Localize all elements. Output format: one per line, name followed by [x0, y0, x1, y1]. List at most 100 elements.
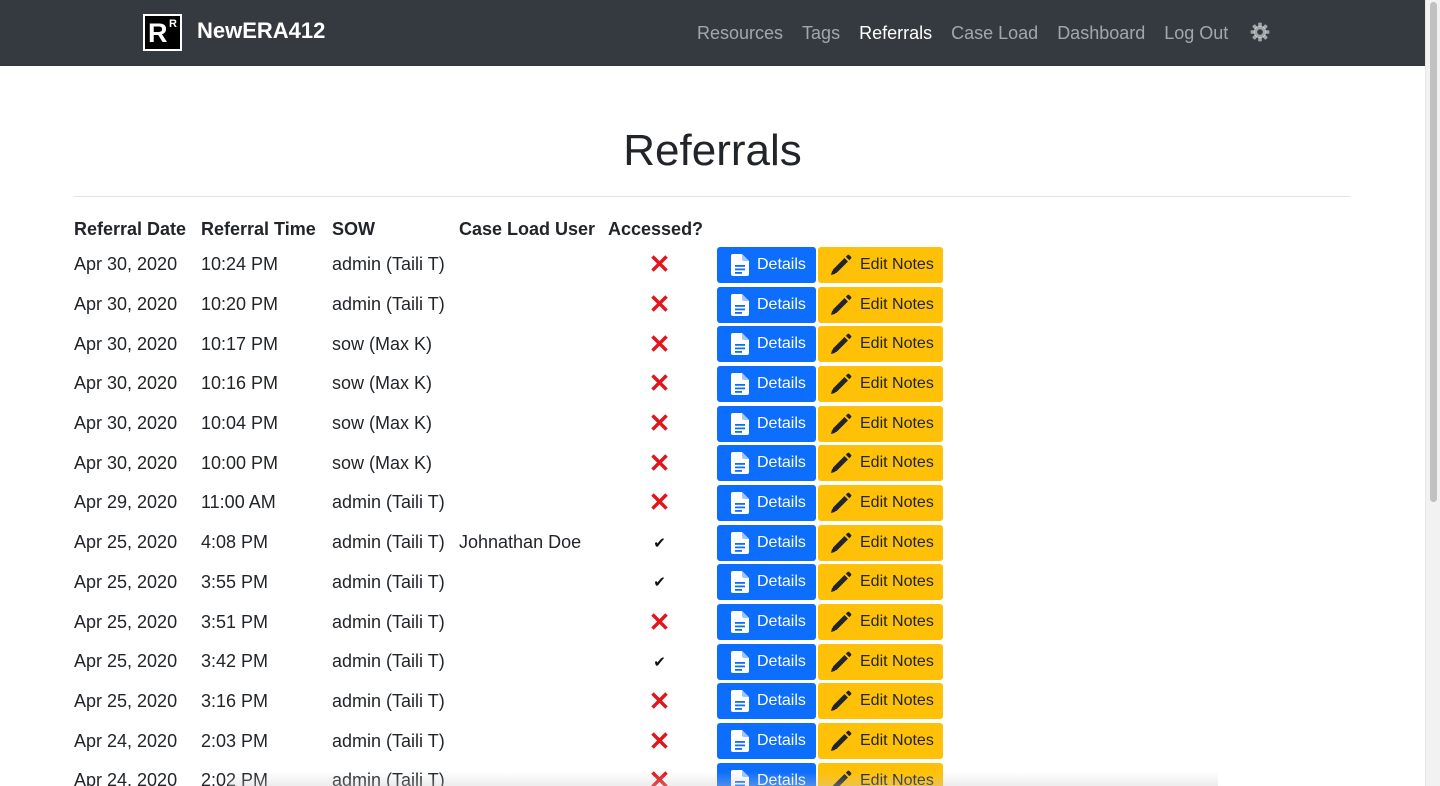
table-row: Apr 30, 2020 10:24 PM admin (Taili T) ✕ Deta… — [74, 245, 957, 285]
details-button[interactable]: Details — [717, 445, 816, 482]
cell-actions: Details Edit Notes — [717, 324, 957, 364]
cell-accessed: ✕ — [608, 404, 717, 444]
file-text-icon — [731, 412, 757, 435]
cell-case-load-user — [459, 364, 608, 404]
details-button[interactable]: Details — [717, 564, 816, 601]
details-button[interactable]: Details — [717, 643, 816, 680]
table-body: Apr 30, 2020 10:24 PM admin (Taili T) ✕ Deta… — [74, 245, 957, 786]
pencil-icon — [830, 730, 860, 752]
cell-case-load-user — [459, 642, 608, 682]
details-button-label: Details — [757, 335, 806, 353]
edit-notes-button[interactable]: Edit Notes — [818, 405, 943, 442]
edit-notes-button-label: Edit Notes — [860, 613, 934, 631]
nav-item-log-out[interactable]: Log Out — [1164, 20, 1228, 46]
edit-notes-button[interactable]: Edit Notes — [818, 246, 943, 283]
edit-notes-button-label: Edit Notes — [860, 454, 934, 472]
file-text-icon — [731, 452, 757, 475]
x-icon: ✕ — [648, 289, 671, 320]
cell-sow: sow (Max K) — [332, 333, 433, 354]
cell-referral-time: 3:51 PM — [201, 611, 269, 632]
pencil-icon — [830, 373, 860, 395]
pencil-icon — [830, 452, 860, 474]
details-button[interactable]: Details — [717, 683, 816, 720]
edit-notes-button[interactable]: Edit Notes — [818, 564, 943, 601]
cell-accessed: ✔ — [608, 642, 717, 682]
gear-icon[interactable] — [1250, 22, 1270, 42]
cell-sow: admin (Taili T) — [332, 571, 445, 592]
pencil-icon — [830, 651, 860, 673]
details-button[interactable]: Details — [717, 405, 816, 442]
cell-actions: Details Edit Notes — [717, 483, 957, 523]
cell-sow: sow (Max K) — [332, 413, 433, 434]
cell-sow: admin (Taili T) — [332, 651, 445, 672]
edit-notes-button[interactable]: Edit Notes — [818, 445, 943, 482]
table-row: Apr 25, 2020 3:55 PM admin (Taili T) ✔ Detai… — [74, 563, 957, 603]
nav-item-case-load[interactable]: Case Load — [951, 20, 1038, 46]
cell-referral-date: Apr 30, 2020 — [74, 333, 178, 354]
details-button[interactable]: Details — [717, 286, 816, 323]
edit-notes-button[interactable]: Edit Notes — [818, 604, 943, 641]
edit-notes-button[interactable]: Edit Notes — [818, 365, 943, 402]
edit-notes-button[interactable]: Edit Notes — [818, 643, 943, 680]
x-icon: ✕ — [648, 328, 671, 359]
cell-accessed: ✕ — [608, 443, 717, 483]
scrollbar[interactable] — [1425, 0, 1440, 786]
details-button-label: Details — [757, 295, 806, 313]
edit-notes-button-label: Edit Notes — [860, 732, 934, 750]
cell-referral-time: 3:55 PM — [201, 571, 269, 592]
cell-actions: Details Edit Notes — [717, 443, 957, 483]
cell-referral-date: Apr 30, 2020 — [74, 294, 178, 315]
edit-notes-button[interactable]: Edit Notes — [818, 723, 943, 760]
x-icon: ✕ — [648, 368, 671, 399]
cell-referral-date: Apr 30, 2020 — [74, 452, 178, 473]
details-button[interactable]: Details — [717, 524, 816, 561]
cell-accessed: ✕ — [608, 602, 717, 642]
cell-referral-time: 10:16 PM — [201, 373, 279, 394]
details-button[interactable]: Details — [717, 326, 816, 363]
pencil-icon — [830, 294, 860, 316]
file-text-icon — [731, 531, 757, 554]
cell-case-load-user — [459, 483, 608, 523]
details-button[interactable]: Details — [717, 484, 816, 521]
brand-name[interactable]: NewERA412 — [197, 17, 325, 45]
cell-accessed: ✕ — [608, 324, 717, 364]
pencil-icon — [830, 611, 860, 633]
cell-referral-date: Apr 25, 2020 — [74, 651, 178, 672]
edit-notes-button-label: Edit Notes — [860, 493, 934, 511]
edit-notes-button[interactable]: Edit Notes — [818, 524, 943, 561]
file-text-icon — [731, 690, 757, 713]
edit-notes-button-label: Edit Notes — [860, 335, 934, 353]
edit-notes-button[interactable]: Edit Notes — [818, 326, 943, 363]
header-referral-date: Referral Date — [74, 219, 187, 239]
file-text-icon — [731, 372, 757, 395]
details-button[interactable]: Details — [717, 365, 816, 402]
edit-notes-button[interactable]: Edit Notes — [818, 484, 943, 521]
details-button-label: Details — [757, 692, 806, 710]
edit-notes-button-label: Edit Notes — [860, 255, 934, 273]
details-button[interactable]: Details — [717, 604, 816, 641]
edit-notes-button[interactable]: Edit Notes — [818, 683, 943, 720]
cell-referral-time: 2:03 PM — [201, 730, 269, 751]
nav-item-dashboard[interactable]: Dashboard — [1057, 20, 1145, 46]
brand-logo[interactable]: R R — [143, 14, 182, 51]
table-row: Apr 30, 2020 10:20 PM admin (Taili T) ✕ Deta… — [74, 285, 957, 325]
details-button-label: Details — [757, 732, 806, 750]
cell-referral-date: Apr 24, 2020 — [74, 730, 178, 751]
scrollbar-thumb[interactable] — [1430, 2, 1437, 502]
pencil-icon — [830, 254, 860, 276]
nav-item-resources[interactable]: Resources — [697, 20, 783, 46]
cell-case-load-user — [459, 324, 608, 364]
file-text-icon — [731, 611, 757, 634]
cell-sow: admin (Taili T) — [332, 294, 445, 315]
cell-referral-time: 11:00 AM — [201, 492, 276, 513]
nav-item-referrals[interactable]: Referrals — [859, 20, 932, 46]
cell-referral-date: Apr 25, 2020 — [74, 611, 178, 632]
details-button[interactable]: Details — [717, 246, 816, 283]
nav-item-tags[interactable]: Tags — [802, 20, 840, 46]
x-icon: ✕ — [648, 487, 671, 518]
cell-actions: Details Edit Notes — [717, 563, 957, 603]
cell-accessed: ✕ — [608, 721, 717, 761]
details-button[interactable]: Details — [717, 723, 816, 760]
edit-notes-button[interactable]: Edit Notes — [818, 286, 943, 323]
cell-referral-time: 10:24 PM — [201, 254, 279, 275]
